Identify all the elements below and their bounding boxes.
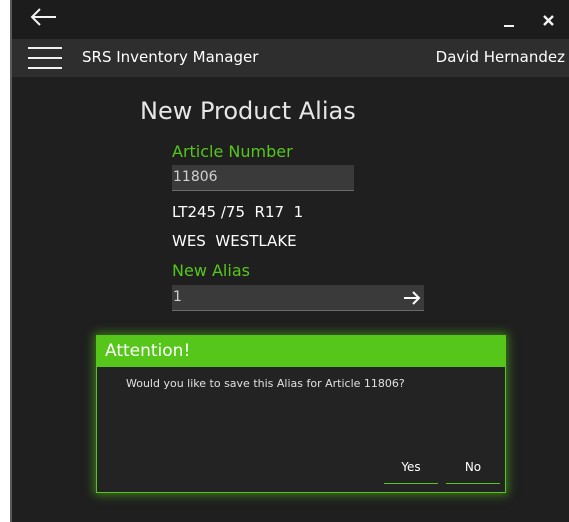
user-name[interactable]: David Hernandez: [436, 48, 565, 66]
new-alias-field[interactable]: 1: [172, 285, 424, 311]
arrow-right-icon[interactable]: [402, 288, 422, 308]
app-window: SRS Inventory Manager David Hernandez Ne…: [12, 0, 569, 522]
dialog-title: Attention!: [105, 341, 191, 361]
hamburger-menu-icon[interactable]: [28, 47, 62, 69]
page-title: New Product Alias: [140, 97, 356, 125]
dialog-header: Attention!: [97, 336, 505, 367]
app-title: SRS Inventory Manager: [82, 48, 259, 66]
product-size-text: LT245 /75 R17 1: [172, 203, 304, 221]
title-bar: [12, 0, 569, 39]
article-number-value: 11806: [173, 169, 218, 185]
product-brand-text: WES WESTLAKE: [172, 232, 297, 250]
article-number-field[interactable]: 11806: [172, 165, 354, 191]
new-alias-value: 1: [173, 289, 182, 305]
dialog-message: Would you like to save this Alias for Ar…: [126, 377, 405, 390]
no-button[interactable]: No: [446, 454, 500, 484]
minimize-icon[interactable]: [498, 8, 522, 32]
back-arrow-icon[interactable]: [28, 4, 62, 34]
yes-button[interactable]: Yes: [384, 454, 438, 484]
confirm-dialog: Attention! Would you like to save this A…: [96, 335, 506, 493]
new-alias-label: New Alias: [172, 261, 250, 280]
app-bar: SRS Inventory Manager David Hernandez: [12, 39, 569, 77]
article-number-label: Article Number: [172, 142, 293, 161]
close-icon[interactable]: [538, 8, 562, 32]
